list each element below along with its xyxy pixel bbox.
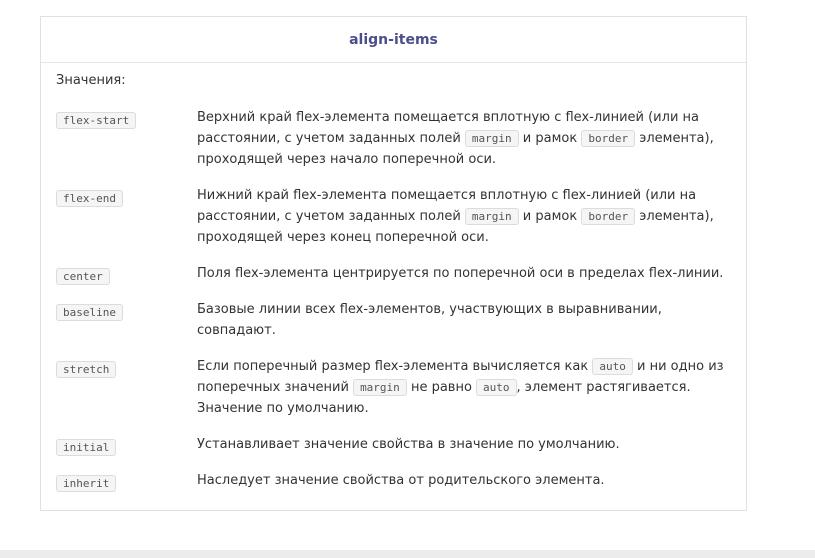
value-key-cell: stretch <box>56 356 197 419</box>
value-description: Наследует значение свойства от родительс… <box>197 470 736 491</box>
value-keyword: initial <box>56 439 117 456</box>
inline-code: border <box>581 208 636 225</box>
description-text: не равно <box>406 380 477 395</box>
value-keyword: flex-start <box>56 112 137 129</box>
description-text: Поля flex-элемента центрируется по попер… <box>197 266 724 281</box>
value-row-inherit: inherit Наследует значение свойства от ро… <box>56 470 736 492</box>
description-text: Если поперечный размер flex-элемента выч… <box>197 359 593 374</box>
value-description: Устанавливает значение свойства в значен… <box>197 434 736 455</box>
inline-code: auto <box>476 379 517 396</box>
value-row-baseline: baseline Базовые линии всех flex-элементо… <box>56 299 736 341</box>
description-text: Базовые линии всех flex-элементов, участ… <box>197 302 662 338</box>
inline-code: margin <box>464 130 519 147</box>
description-text: и рамок <box>518 209 582 224</box>
value-key-cell: center <box>56 263 197 285</box>
description-text: Наследует значение свойства от родительс… <box>197 473 605 488</box>
value-description: Поля flex-элемента центрируется по попер… <box>197 263 736 284</box>
value-keyword: inherit <box>56 475 117 492</box>
values-label: Значения: <box>56 73 126 88</box>
inline-code: margin <box>464 208 519 225</box>
value-row-flex-start: flex-start Верхний край flex-элемента пом… <box>56 107 736 170</box>
value-key-cell: initial <box>56 434 197 456</box>
property-title: align-items <box>349 31 438 48</box>
value-key-cell: flex-end <box>56 185 197 248</box>
value-description: Верхний край flex-элемента помещается вп… <box>197 107 736 170</box>
description-text: Устанавливает значение свойства в значен… <box>197 437 620 452</box>
value-keyword: stretch <box>56 361 117 378</box>
value-description: Базовые линии всех flex-элементов, участ… <box>197 299 736 341</box>
inline-code: border <box>581 130 636 147</box>
value-key-cell: flex-start <box>56 107 197 170</box>
description-text: и рамок <box>518 131 582 146</box>
inline-code: auto <box>592 358 633 375</box>
property-card: align-items Значения: flex-start Верхний … <box>40 16 747 511</box>
card-header: align-items <box>41 17 746 63</box>
value-row-center: center Поля flex-элемента центрируется по… <box>56 263 736 285</box>
inline-code: margin <box>353 379 407 396</box>
value-row-initial: initial Устанавливает значение свойства в… <box>56 434 736 456</box>
value-keyword: flex-end <box>56 190 123 207</box>
value-row-flex-end: flex-end Нижний край flex-элемента помеща… <box>56 185 736 248</box>
value-key-cell: inherit <box>56 470 197 492</box>
value-keyword: baseline <box>56 304 123 321</box>
value-keyword: center <box>56 268 110 285</box>
value-key-cell: baseline <box>56 299 197 341</box>
value-description: Если поперечный размер flex-элемента выч… <box>197 356 736 419</box>
page-footer-bar <box>0 550 815 558</box>
value-row-stretch: stretch Если поперечный размер flex-элеме… <box>56 356 736 419</box>
value-description: Нижний край flex-элемента помещается впл… <box>197 185 736 248</box>
values-list: flex-start Верхний край flex-элемента пом… <box>56 107 736 506</box>
